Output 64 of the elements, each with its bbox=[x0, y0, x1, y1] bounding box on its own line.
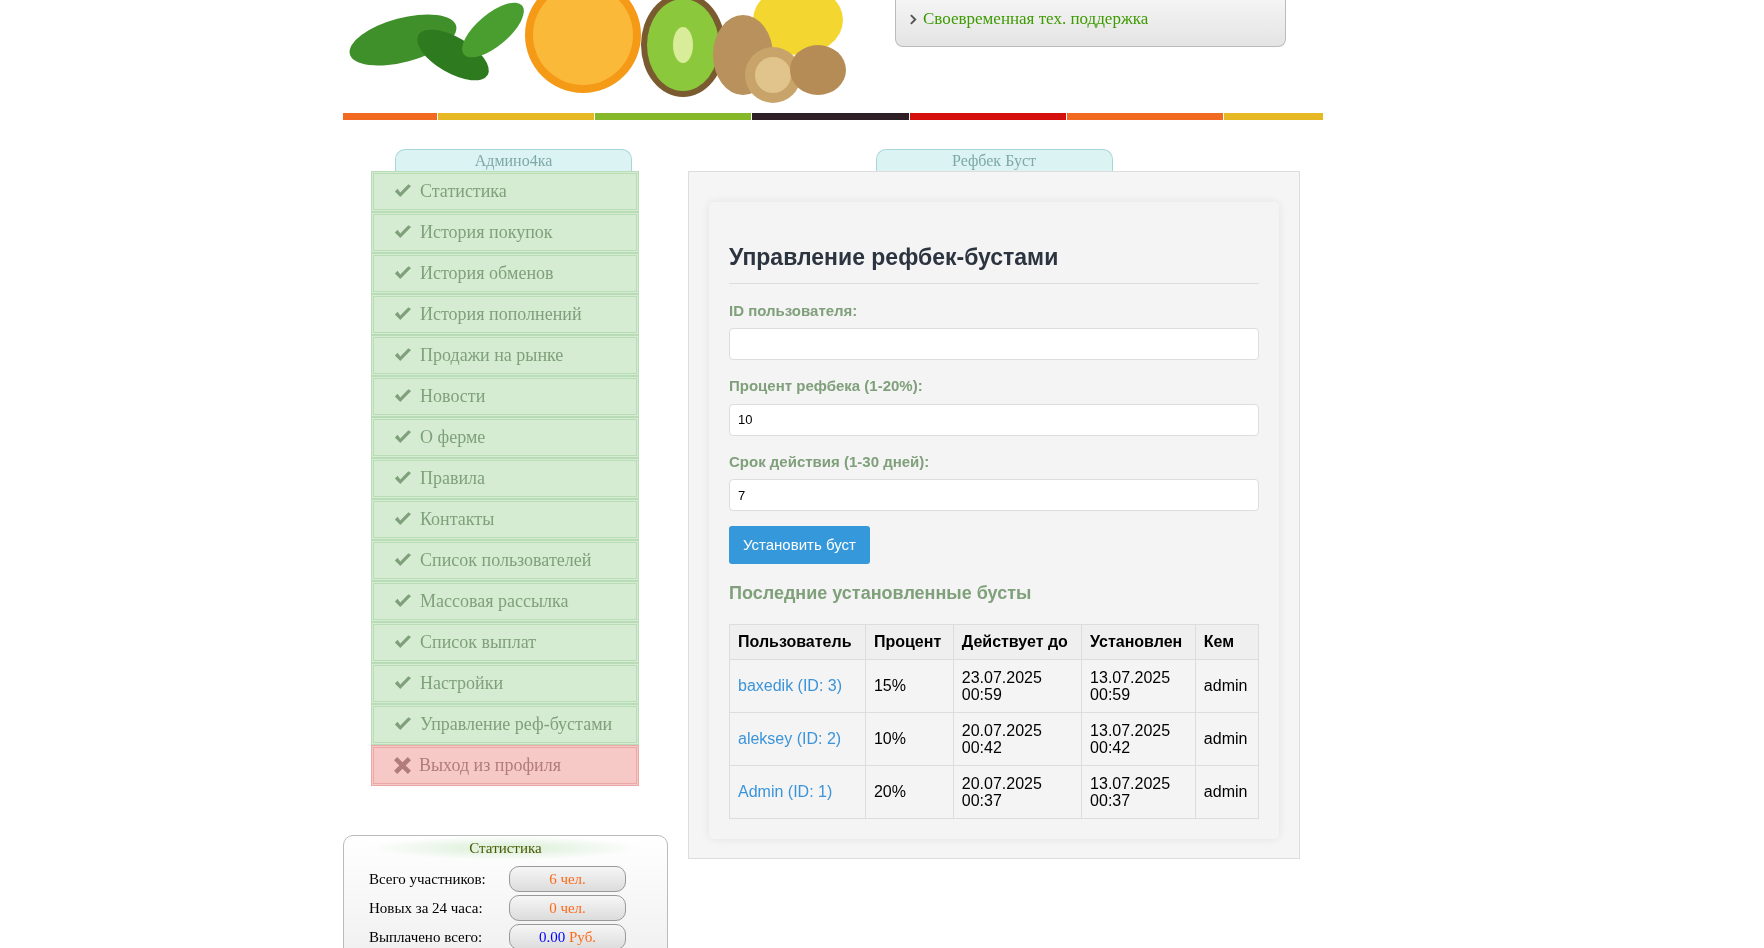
input-field[interactable] bbox=[729, 328, 1259, 360]
checkmark-icon bbox=[394, 471, 412, 486]
column-header: Кем bbox=[1195, 624, 1259, 660]
menu-link[interactable]: Правила bbox=[371, 458, 639, 499]
chevron-icon bbox=[910, 13, 917, 25]
checkmark-icon bbox=[394, 430, 412, 445]
field-label: ID пользователя: bbox=[729, 300, 859, 321]
stats-label: Всего участников: bbox=[369, 869, 487, 889]
table-cell: 13.07.2025 00:37 bbox=[1081, 765, 1196, 819]
stats-value: 6 чел. bbox=[509, 866, 626, 892]
input-field[interactable]: 7 bbox=[729, 479, 1259, 511]
table-cell: 20.07.2025 00:37 bbox=[953, 765, 1082, 819]
menu-link[interactable]: О ферме bbox=[371, 417, 639, 458]
stats-value: 0.00 Руб. bbox=[509, 924, 626, 948]
table-cell: 23.07.2025 00:59 bbox=[953, 659, 1082, 713]
menu-link[interactable]: Продажи на рынке bbox=[371, 335, 639, 376]
table-cell: admin bbox=[1195, 659, 1259, 713]
checkmark-icon bbox=[394, 512, 412, 527]
menu-link[interactable]: Управление реф-бустами bbox=[371, 704, 639, 745]
menu-link[interactable]: Список пользователей bbox=[371, 540, 639, 581]
checkmark-icon bbox=[394, 307, 412, 322]
logout-link[interactable]: Выход из профиля bbox=[371, 745, 639, 786]
close-icon bbox=[394, 757, 411, 774]
checkmark-icon bbox=[394, 225, 412, 240]
stats-label: Выплачено всего: bbox=[369, 927, 484, 947]
menu-link[interactable]: История покупок bbox=[371, 212, 639, 253]
column-header: Процент bbox=[865, 624, 954, 660]
table-cell: 20.07.2025 00:42 bbox=[953, 712, 1082, 766]
section-heading: Последние установленные бусты bbox=[729, 582, 1033, 605]
stats-label: Новых за 24 часа: bbox=[369, 898, 484, 918]
submit-button[interactable]: Установить буст bbox=[729, 526, 870, 564]
menu-link[interactable]: История обменов bbox=[371, 253, 639, 294]
column-header: Пользователь bbox=[729, 624, 866, 660]
card-heading: Управление рефбек-бустами bbox=[729, 240, 1259, 284]
checkmark-icon bbox=[394, 348, 412, 363]
table-cell: 10% bbox=[865, 712, 954, 766]
column-header: Установлен bbox=[1081, 624, 1196, 660]
checkmark-icon bbox=[394, 635, 412, 650]
checkmark-icon bbox=[394, 389, 412, 404]
menu-link[interactable]: Настройки bbox=[371, 663, 639, 704]
table-cell: 15% bbox=[865, 659, 954, 713]
field-label: Процент рефбека (1-20%): bbox=[729, 376, 924, 396]
input-field[interactable]: 10 bbox=[729, 403, 1259, 436]
table-cell: 20% bbox=[865, 765, 954, 819]
menu-link[interactable]: Массовая рассылка bbox=[371, 581, 639, 622]
feature-text: Своевременная тех. поддержка bbox=[923, 8, 1149, 31]
checkmark-icon bbox=[394, 553, 412, 568]
menu-link[interactable]: Контакты bbox=[371, 499, 639, 540]
table-cell: 13.07.2025 00:42 bbox=[1081, 712, 1196, 766]
checkmark-icon bbox=[394, 717, 412, 732]
stats-value: 0 чел. bbox=[509, 895, 626, 921]
menu-link[interactable]: Список выплат bbox=[371, 622, 639, 663]
field-label: Срок действия (1-30 дней): bbox=[729, 451, 931, 472]
checkmark-icon bbox=[394, 594, 412, 609]
menu-link[interactable]: Новости bbox=[371, 376, 639, 417]
menu-link[interactable]: История пополнений bbox=[371, 294, 639, 335]
checkmark-icon bbox=[394, 676, 412, 691]
table-cell: admin bbox=[1195, 712, 1259, 766]
table-cell: 13.07.2025 00:59 bbox=[1081, 659, 1196, 713]
table-cell: admin bbox=[1195, 765, 1259, 819]
checkmark-icon bbox=[394, 184, 412, 199]
checkmark-icon bbox=[394, 266, 412, 281]
menu-link[interactable]: Статистика bbox=[371, 171, 639, 212]
column-header: Действует до bbox=[953, 624, 1082, 660]
